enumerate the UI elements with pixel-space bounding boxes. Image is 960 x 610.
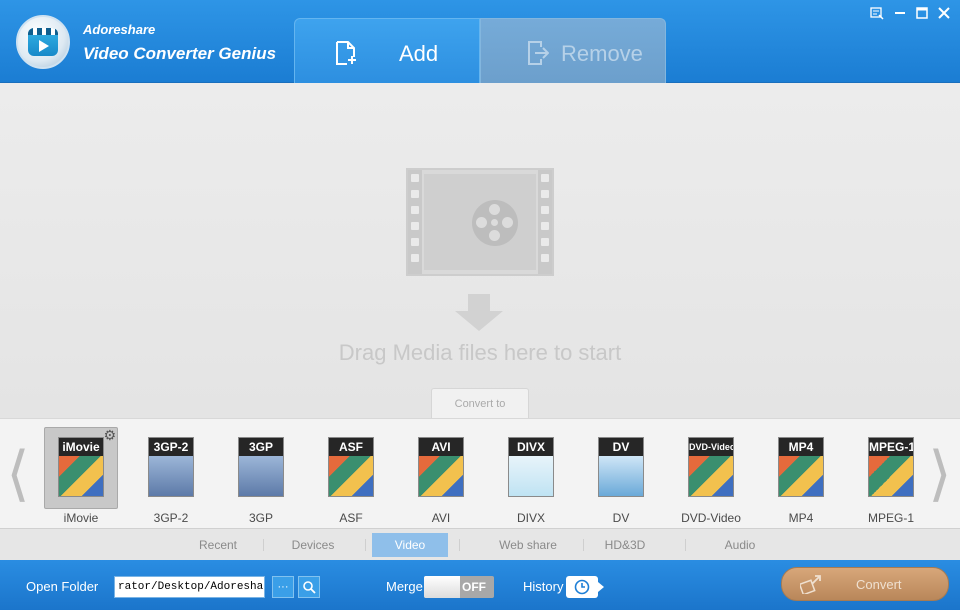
- product-name: Video Converter Genius: [83, 44, 277, 63]
- format-tag: ASF: [329, 438, 373, 456]
- format-icon: ASF: [328, 437, 374, 497]
- close-icon[interactable]: [936, 6, 952, 20]
- format-name: 3GP: [248, 511, 273, 525]
- format-tag: DVD-Video: [689, 438, 733, 456]
- format-name: DVD-Video: [681, 511, 741, 525]
- bottom-bar: Open Folder rator/Desktop/Adoreshare ···…: [0, 560, 960, 610]
- convert-label: Convert: [856, 577, 902, 592]
- remove-label: Remove: [561, 41, 643, 66]
- brand-name: Adoreshare: [83, 22, 156, 37]
- tab-recent[interactable]: Recent: [178, 533, 258, 557]
- format-icon: DIVX: [508, 437, 554, 497]
- format-icon: DVD-Video: [688, 437, 734, 497]
- app-logo: [16, 15, 70, 69]
- format-name: 3GP-2: [153, 511, 189, 525]
- format-item-mp4[interactable]: MP4 MP4: [764, 427, 838, 531]
- convert-button[interactable]: Convert: [781, 567, 949, 601]
- minimize-icon[interactable]: [892, 6, 908, 20]
- format-name: AVI: [431, 511, 451, 525]
- convert-icon: [800, 575, 821, 594]
- format-name: ASF: [339, 511, 363, 525]
- tab-divider: [263, 539, 264, 551]
- format-icon: 3GP: [238, 437, 284, 497]
- tab-web-share[interactable]: Web share: [470, 533, 586, 557]
- format-tag: 3GP-2: [149, 438, 193, 456]
- format-tag: DIVX: [509, 438, 553, 456]
- output-path-field[interactable]: rator/Desktop/Adoreshare: [114, 576, 265, 598]
- search-folder-button[interactable]: [298, 576, 320, 598]
- format-icon: 3GP-2: [148, 437, 194, 497]
- add-file-icon: [336, 41, 356, 65]
- format-tag: MPEG-1: [869, 438, 913, 456]
- clock-icon: [574, 579, 590, 595]
- format-tag: 3GP: [239, 438, 283, 456]
- arrow-down-icon: [455, 294, 503, 334]
- history-label: History: [523, 579, 564, 594]
- tab-devices[interactable]: Devices: [268, 533, 358, 557]
- format-tag: AVI: [419, 438, 463, 456]
- feedback-icon[interactable]: [869, 6, 885, 20]
- format-name: DIVX: [516, 511, 545, 525]
- remove-file-icon: [528, 41, 549, 65]
- format-item-avi[interactable]: AVI AVI: [404, 427, 478, 531]
- gear-icon[interactable]: ⚙: [103, 428, 116, 444]
- chevron-left-icon[interactable]: ⟨: [0, 419, 36, 529]
- format-item-3gp-2[interactable]: 3GP-2 3GP-2: [134, 427, 208, 531]
- open-folder-label[interactable]: Open Folder: [26, 579, 98, 594]
- maximize-icon[interactable]: [914, 6, 930, 20]
- format-name: MP4: [788, 511, 814, 525]
- tab-divider: [365, 539, 366, 551]
- drop-zone[interactable]: Drag Media files here to start Convert t…: [0, 83, 960, 419]
- chevron-right-icon[interactable]: ⟩: [922, 419, 958, 529]
- format-item-mpeg-1[interactable]: MPEG-1 MPEG-1: [854, 427, 928, 531]
- browse-button[interactable]: ···: [272, 576, 294, 598]
- merge-state: OFF: [462, 580, 486, 594]
- category-tabs: Recent Devices Video Web share HD&3D Audio: [0, 528, 960, 560]
- format-item-asf[interactable]: ASF ASF: [314, 427, 388, 531]
- format-name: DV: [612, 511, 630, 525]
- format-item-dvd-video[interactable]: DVD-Video DVD-Video: [674, 427, 748, 531]
- format-icon: DV: [598, 437, 644, 497]
- search-icon: [303, 581, 316, 594]
- history-button[interactable]: [566, 576, 604, 598]
- format-item-dv[interactable]: DV DV: [584, 427, 658, 531]
- format-item-divx[interactable]: DIVX DIVX: [494, 427, 568, 531]
- format-icon: MPEG-1: [868, 437, 914, 497]
- format-tag: MP4: [779, 438, 823, 456]
- format-item-3gp[interactable]: 3GP 3GP: [224, 427, 298, 531]
- tab-divider: [685, 539, 686, 551]
- title-bar: Adoreshare Video Converter Genius Add Re…: [0, 0, 960, 83]
- drop-hint: Drag Media files here to start: [338, 340, 622, 365]
- format-name: iMovie: [63, 511, 99, 525]
- format-tag: DV: [599, 438, 643, 456]
- format-carousel: ⟨ ⚙ iMovie iMovie 3GP-2 3GP-2 3GP 3GP ASF ASF AVI…: [0, 418, 960, 528]
- merge-toggle[interactable]: OFF: [424, 576, 494, 598]
- merge-label: Merge: [386, 579, 423, 594]
- tab-audio[interactable]: Audio: [700, 533, 780, 557]
- film-icon: [406, 168, 554, 276]
- add-button[interactable]: Add: [294, 18, 480, 83]
- format-icon: iMovie: [58, 437, 104, 497]
- tab-hd-3d[interactable]: HD&3D: [580, 533, 670, 557]
- tab-video[interactable]: Video: [372, 533, 448, 557]
- tab-divider: [459, 539, 460, 551]
- remove-button[interactable]: Remove: [480, 18, 666, 83]
- convert-to-tab: Convert to: [431, 388, 529, 419]
- format-icon: MP4: [778, 437, 824, 497]
- format-icon: AVI: [418, 437, 464, 497]
- format-tag: iMovie: [59, 438, 103, 456]
- add-label: Add: [399, 41, 439, 66]
- format-item-imovie[interactable]: ⚙ iMovie iMovie: [44, 427, 118, 531]
